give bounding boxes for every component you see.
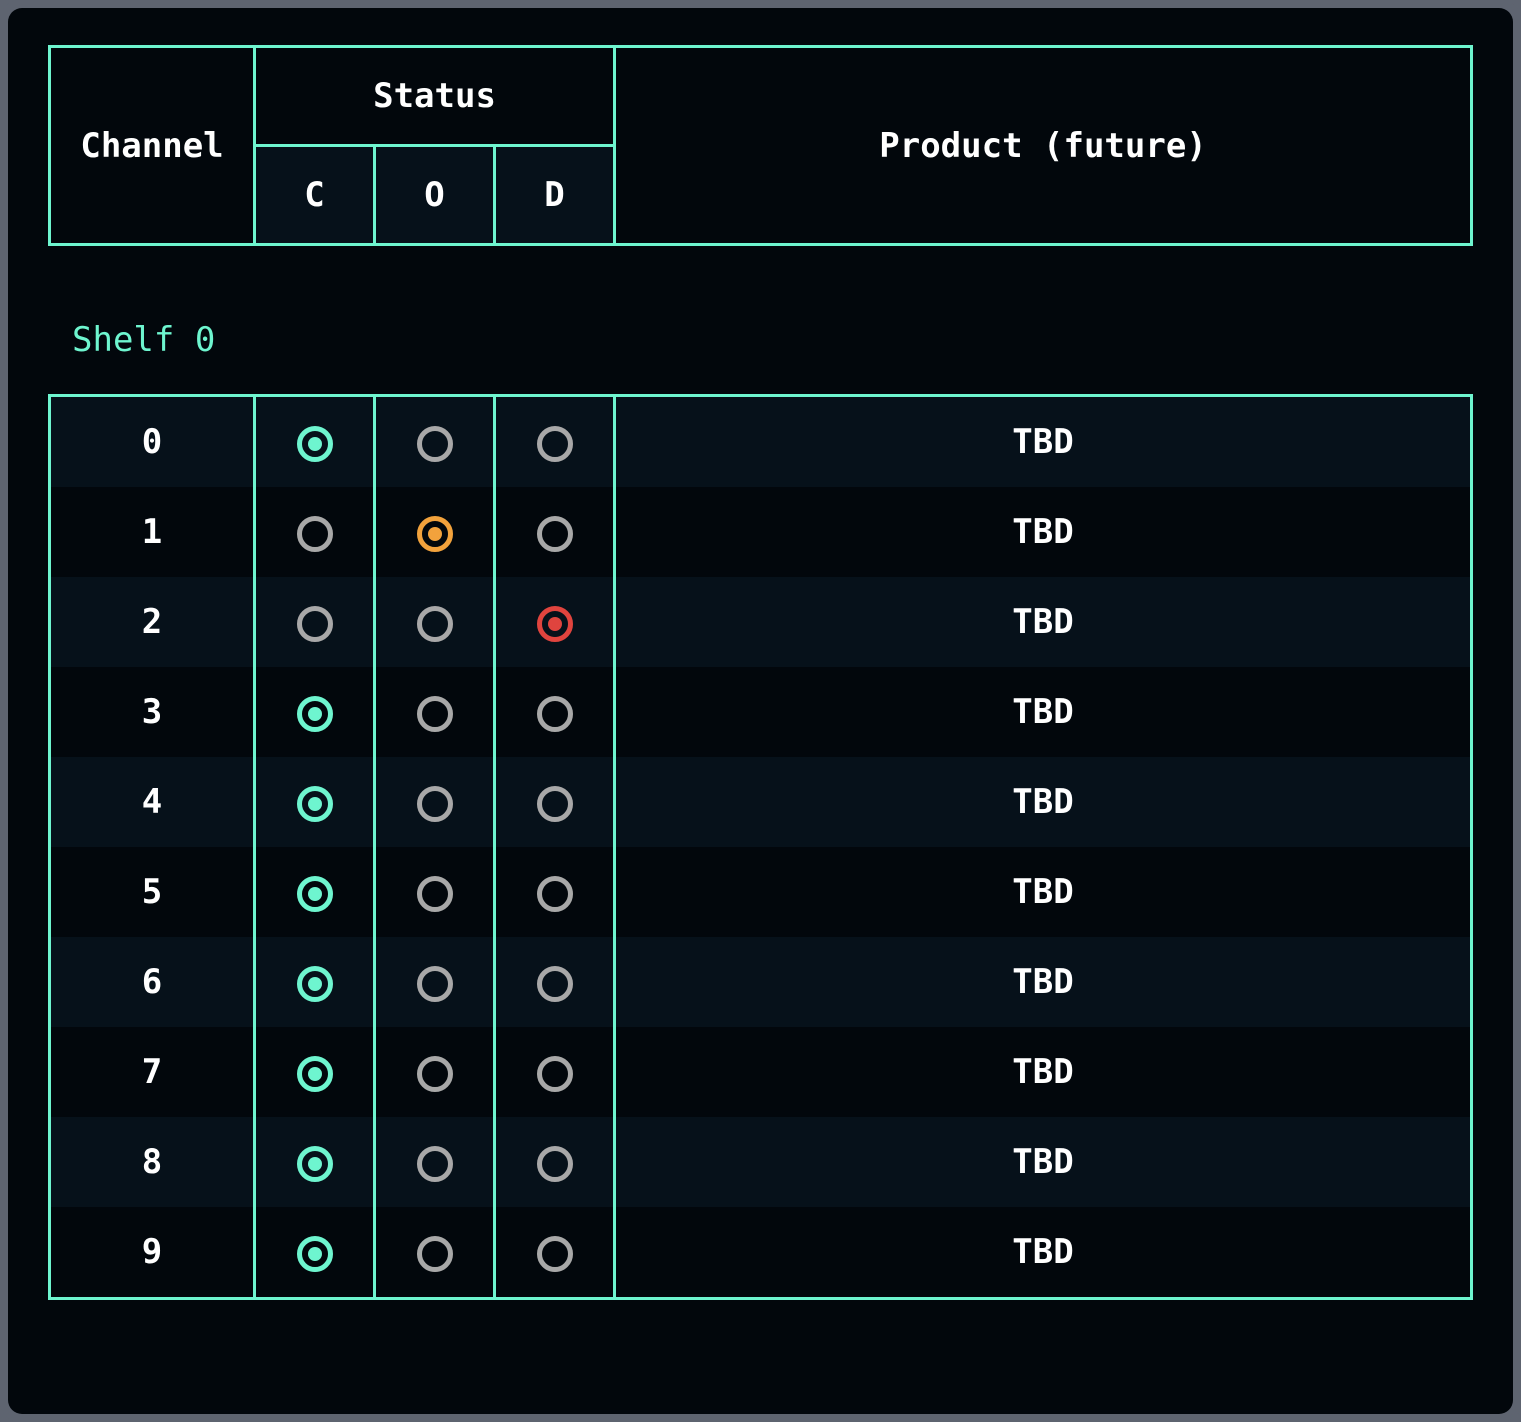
status-radio-o[interactable]	[416, 785, 453, 822]
status-radio-d[interactable]	[536, 965, 573, 1002]
status-radio-o[interactable]	[416, 605, 453, 642]
product-cell: TBD	[613, 1117, 1473, 1207]
status-cell-o	[373, 1027, 496, 1117]
status-cell-d	[493, 1207, 616, 1300]
header-product: Product (future)	[613, 45, 1473, 246]
status-radio-d[interactable]	[536, 695, 573, 732]
product-cell: TBD	[613, 667, 1473, 757]
status-radio-c-selected[interactable]	[296, 1145, 333, 1182]
status-radio-c[interactable]	[296, 605, 333, 642]
status-cell-c	[253, 1027, 376, 1117]
table-row: 8 TBD	[48, 1117, 1473, 1207]
status-cell-d	[493, 937, 616, 1027]
status-radio-d-selected[interactable]	[536, 605, 573, 642]
status-radio-c-selected[interactable]	[296, 965, 333, 1002]
status-radio-o[interactable]	[416, 695, 453, 732]
status-radio-o[interactable]	[416, 1145, 453, 1182]
status-cell-c	[253, 937, 376, 1027]
product-cell: TBD	[613, 394, 1473, 487]
product-cell: TBD	[613, 1207, 1473, 1300]
table-row: 7 TBD	[48, 1027, 1473, 1117]
table-row: 6 TBD	[48, 937, 1473, 1027]
channel-cell: 8	[48, 1117, 256, 1207]
status-radio-d[interactable]	[536, 875, 573, 912]
channel-cell: 0	[48, 394, 256, 487]
status-radio-c-selected[interactable]	[296, 425, 333, 462]
table-row: 0 TBD	[48, 394, 1473, 487]
status-radio-d[interactable]	[536, 515, 573, 552]
status-cell-d	[493, 394, 616, 487]
channel-cell: 3	[48, 667, 256, 757]
status-cell-o	[373, 847, 496, 937]
channel-cell: 4	[48, 757, 256, 847]
product-cell: TBD	[613, 757, 1473, 847]
status-radio-o[interactable]	[416, 1235, 453, 1272]
product-cell: TBD	[613, 577, 1473, 667]
product-cell: TBD	[613, 847, 1473, 937]
channel-cell: 2	[48, 577, 256, 667]
status-cell-o	[373, 1117, 496, 1207]
status-radio-o[interactable]	[416, 425, 453, 462]
status-cell-o	[373, 1207, 496, 1300]
status-cell-d	[493, 487, 616, 577]
status-cell-c	[253, 757, 376, 847]
shelf-label: Shelf 0	[72, 320, 216, 360]
header-channel: Channel	[48, 45, 256, 246]
table-row: 1 TBD	[48, 487, 1473, 577]
status-cell-o	[373, 757, 496, 847]
product-cell: TBD	[613, 937, 1473, 1027]
shelf-table: 0 TBD 1 TBD 2 TBD 3 TBD 4 TBD 5 TBD 6 TBD 7 TBD 8 TBD 9 TBD	[48, 394, 1473, 1300]
status-radio-d[interactable]	[536, 785, 573, 822]
status-cell-d	[493, 847, 616, 937]
channel-cell: 5	[48, 847, 256, 937]
status-cell-c	[253, 847, 376, 937]
status-cell-d	[493, 667, 616, 757]
status-cell-o	[373, 394, 496, 487]
status-radio-c-selected[interactable]	[296, 1055, 333, 1092]
status-radio-c-selected[interactable]	[296, 1235, 333, 1272]
status-radio-c-selected[interactable]	[296, 695, 333, 732]
table-row: 2 TBD	[48, 577, 1473, 667]
status-cell-d	[493, 757, 616, 847]
table-row: 4 TBD	[48, 757, 1473, 847]
status-cell-c	[253, 667, 376, 757]
header-status-d: D	[492, 144, 617, 246]
table-row: 9 TBD	[48, 1207, 1473, 1300]
status-radio-o-selected[interactable]	[416, 515, 453, 552]
status-radio-o[interactable]	[416, 875, 453, 912]
table-row: 3 TBD	[48, 667, 1473, 757]
channel-cell: 7	[48, 1027, 256, 1117]
header-status-o: O	[373, 144, 496, 246]
status-radio-d[interactable]	[536, 1055, 573, 1092]
status-cell-c	[253, 487, 376, 577]
status-cell-d	[493, 1027, 616, 1117]
status-cell-c	[253, 1207, 376, 1300]
table-row: 5 TBD	[48, 847, 1473, 937]
product-cell: TBD	[613, 1027, 1473, 1117]
header-table: Channel Status Product (future) C O D	[48, 45, 1473, 246]
status-cell-d	[493, 1117, 616, 1207]
status-cell-c	[253, 394, 376, 487]
status-cell-o	[373, 937, 496, 1027]
channel-cell: 9	[48, 1207, 256, 1300]
channel-cell: 6	[48, 937, 256, 1027]
product-cell: TBD	[613, 487, 1473, 577]
status-cell-d	[493, 577, 616, 667]
status-cell-o	[373, 487, 496, 577]
status-radio-d[interactable]	[536, 425, 573, 462]
channel-cell: 1	[48, 487, 256, 577]
status-cell-o	[373, 577, 496, 667]
status-radio-d[interactable]	[536, 1145, 573, 1182]
status-cell-c	[253, 1117, 376, 1207]
status-radio-c[interactable]	[296, 515, 333, 552]
status-radio-o[interactable]	[416, 965, 453, 1002]
status-cell-o	[373, 667, 496, 757]
status-radio-d[interactable]	[536, 1235, 573, 1272]
status-radio-c-selected[interactable]	[296, 785, 333, 822]
status-cell-c	[253, 577, 376, 667]
status-radio-c-selected[interactable]	[296, 875, 333, 912]
header-status-c: C	[253, 144, 376, 246]
status-radio-o[interactable]	[416, 1055, 453, 1092]
header-status: Status	[252, 45, 617, 147]
